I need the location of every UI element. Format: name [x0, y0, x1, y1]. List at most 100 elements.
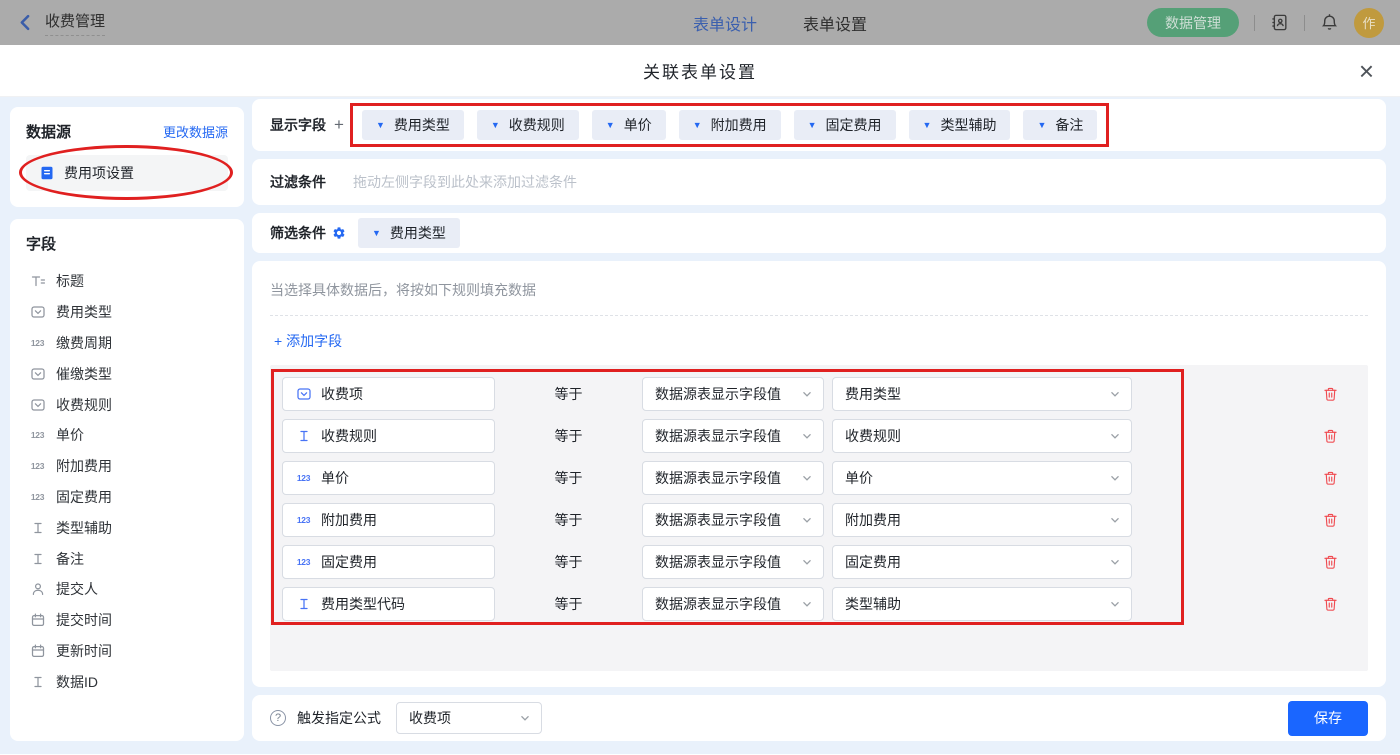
display-field-chip[interactable]: ▼单价: [592, 110, 666, 140]
data-manage-button[interactable]: 数据管理: [1147, 8, 1239, 37]
datasource-card: 数据源 更改数据源 费用项设置: [10, 107, 244, 207]
rule-value: 费用类型: [845, 384, 901, 404]
rule-value-select[interactable]: 类型辅助: [832, 587, 1132, 621]
number-icon: 123: [29, 338, 46, 348]
field-list-item[interactable]: 标题: [26, 266, 228, 297]
fields-card: 字段 标题费用类型123缴费周期催缴类型收费规则123单价123附加费用123固…: [10, 219, 244, 741]
field-list-item[interactable]: 数据ID: [26, 666, 228, 697]
field-list-item[interactable]: 类型辅助: [26, 512, 228, 543]
filter-label: 过滤条件: [270, 172, 326, 192]
tab-form-design[interactable]: 表单设计: [693, 11, 757, 35]
rule-value-select[interactable]: 附加费用: [832, 503, 1132, 537]
text-icon: [29, 675, 46, 689]
rule-field[interactable]: 收费项: [282, 377, 495, 411]
display-field-chip[interactable]: ▼费用类型: [362, 110, 464, 140]
rule-source-value: 数据源表显示字段值: [655, 510, 781, 530]
delete-rule-trash-icon[interactable]: [1323, 470, 1338, 486]
tab-form-settings[interactable]: 表单设置: [803, 11, 867, 35]
divider: [1254, 15, 1255, 31]
number-icon: 123: [29, 492, 46, 502]
back-button[interactable]: [16, 13, 35, 32]
rule-source-select[interactable]: 数据源表显示字段值: [642, 503, 824, 537]
rule-field-label: 收费规则: [321, 426, 377, 446]
rule-field[interactable]: 123单价: [282, 461, 495, 495]
gear-icon[interactable]: [332, 226, 346, 240]
filter-dropzone[interactable]: 拖动左侧字段到此处来添加过滤条件: [353, 172, 577, 192]
field-label: 缴费周期: [56, 333, 112, 353]
rule-operator: 等于: [495, 594, 642, 614]
help-icon[interactable]: ?: [270, 710, 286, 726]
triangle-down-icon: ▼: [372, 228, 381, 238]
field-list-item[interactable]: 提交时间: [26, 605, 228, 636]
app-title[interactable]: 收费管理: [45, 10, 105, 36]
field-list-item[interactable]: 提交人: [26, 574, 228, 605]
avatar[interactable]: 作: [1354, 8, 1384, 38]
trigger-formula-label: 触发指定公式: [297, 708, 381, 728]
field-list-item[interactable]: 催缴类型: [26, 358, 228, 389]
notifications-bell-icon[interactable]: [1320, 13, 1339, 32]
rule-value-select[interactable]: 费用类型: [832, 377, 1132, 411]
add-display-field-button[interactable]: +: [334, 115, 344, 135]
close-icon[interactable]: ×: [1359, 58, 1374, 84]
display-field-chip[interactable]: ▼附加费用: [679, 110, 781, 140]
field-list-item[interactable]: 费用类型: [26, 297, 228, 328]
display-field-chip[interactable]: ▼类型辅助: [909, 110, 1011, 140]
contacts-book-icon[interactable]: [1270, 13, 1289, 32]
rule-value-select[interactable]: 收费规则: [832, 419, 1132, 453]
add-field-button[interactable]: + 添加字段: [274, 331, 342, 351]
text-icon: [29, 552, 46, 566]
field-list-item[interactable]: 123 缴费周期: [26, 328, 228, 359]
number-icon: 123: [295, 515, 312, 525]
field-list: 标题费用类型 123 缴费周期催缴类型收费规则123单价123附加费用123固定费用…: [26, 266, 228, 697]
field-list-item[interactable]: 123固定费用: [26, 482, 228, 513]
rule-source-select[interactable]: 数据源表显示字段值: [642, 587, 824, 621]
change-datasource-link[interactable]: 更改数据源: [163, 122, 228, 141]
screening-chip[interactable]: ▼ 费用类型: [358, 218, 460, 248]
rule-source-select[interactable]: 数据源表显示字段值: [642, 545, 824, 579]
display-field-chip[interactable]: ▼备注: [1023, 110, 1097, 140]
rule-field[interactable]: 费用类型代码: [282, 587, 495, 621]
display-field-chip[interactable]: ▼固定费用: [794, 110, 896, 140]
field-list-item[interactable]: 收费规则: [26, 389, 228, 420]
field-label: 数据ID: [56, 672, 98, 692]
chevron-down-icon: [801, 598, 813, 610]
rule-field[interactable]: 收费规则: [282, 419, 495, 453]
field-list-item[interactable]: 备注: [26, 543, 228, 574]
delete-rule-trash-icon[interactable]: [1323, 554, 1338, 570]
delete-rule-trash-icon[interactable]: [1323, 386, 1338, 402]
rule-source-select[interactable]: 数据源表显示字段值: [642, 377, 824, 411]
delete-rule-trash-icon[interactable]: [1323, 428, 1338, 444]
rule-row: 123固定费用等于数据源表显示字段值固定费用: [282, 545, 1354, 579]
chip-label: 单价: [624, 115, 652, 135]
rule-operator: 等于: [495, 510, 642, 530]
rule-source-select[interactable]: 数据源表显示字段值: [642, 461, 824, 495]
display-field-chip[interactable]: ▼收费规则: [477, 110, 579, 140]
rule-field-label: 固定费用: [321, 552, 377, 572]
rule-source-value: 数据源表显示字段值: [655, 384, 781, 404]
field-list-item[interactable]: 更新时间: [26, 636, 228, 667]
save-button[interactable]: 保存: [1288, 701, 1368, 736]
datasource-title: 数据源: [26, 121, 71, 142]
rule-value-select[interactable]: 单价: [832, 461, 1132, 495]
dialog-body: 数据源 更改数据源 费用项设置 字段 标题费用类型123缴费周期催缴类型收费规则…: [0, 97, 1400, 754]
delete-rule-trash-icon[interactable]: [1323, 596, 1338, 612]
trigger-formula-select[interactable]: 收费项: [396, 702, 542, 734]
rule-value: 收费规则: [845, 426, 901, 446]
rule-row: 收费规则等于数据源表显示字段值收费规则: [282, 419, 1354, 453]
back-chevron-icon: [16, 13, 35, 32]
field-label: 提交人: [56, 579, 98, 599]
field-list-item[interactable]: 123附加费用: [26, 451, 228, 482]
chevron-down-icon: [1109, 388, 1121, 400]
field-list-item[interactable]: 123单价: [26, 420, 228, 451]
datasource-item[interactable]: 费用项设置: [26, 155, 228, 191]
rule-field-label: 单价: [321, 468, 349, 488]
rule-operator: 等于: [495, 468, 642, 488]
delete-rule-trash-icon[interactable]: [1323, 512, 1338, 528]
rule-source-select[interactable]: 数据源表显示字段值: [642, 419, 824, 453]
select-icon: [29, 305, 46, 319]
rule-field[interactable]: 123附加费用: [282, 503, 495, 537]
annotation-rect-chips: ▼费用类型 ▼收费规则 ▼单价 ▼附加费用 ▼固定费用 ▼类型辅助 ▼备注: [350, 103, 1109, 147]
rule-operator: 等于: [495, 552, 642, 572]
rule-value-select[interactable]: 固定费用: [832, 545, 1132, 579]
rule-field[interactable]: 123固定费用: [282, 545, 495, 579]
